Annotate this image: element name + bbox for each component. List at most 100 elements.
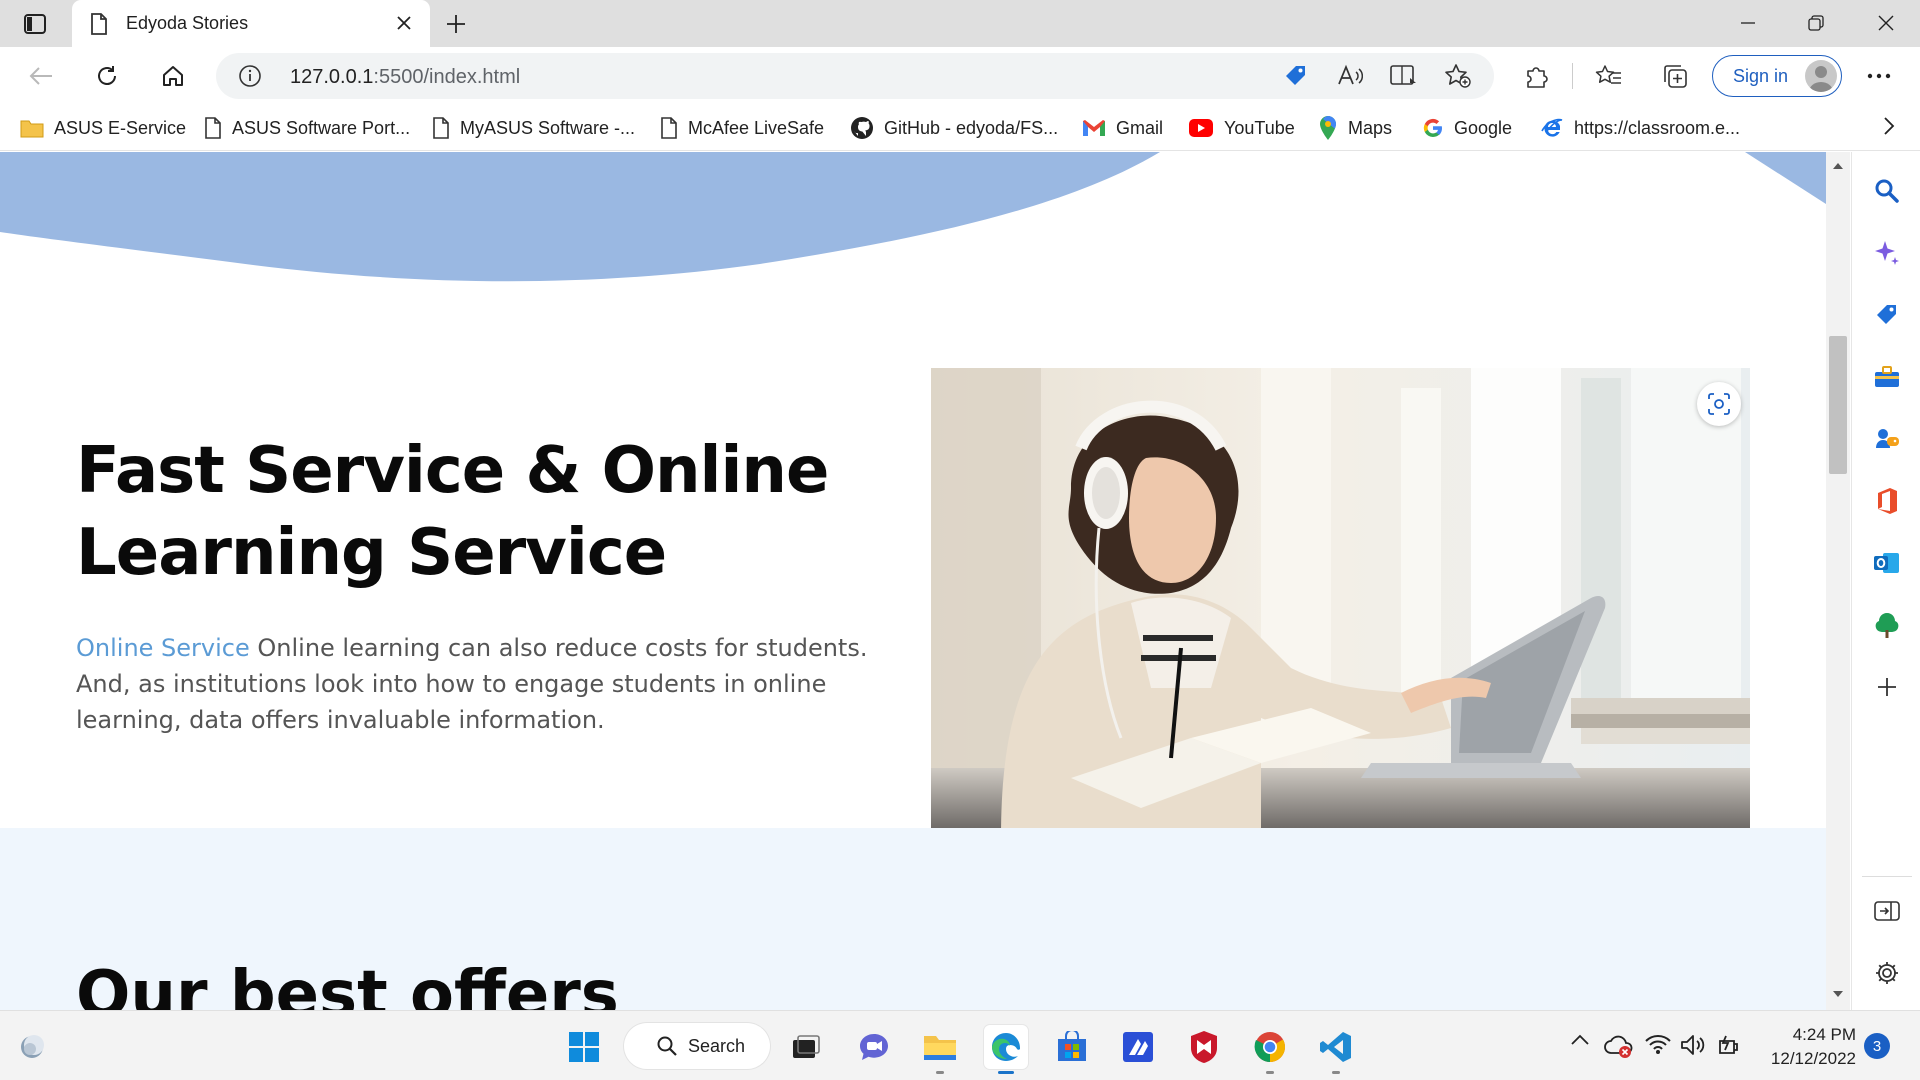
page-icon	[661, 117, 677, 139]
running-indicator	[998, 1071, 1014, 1074]
show-hidden-icons-button[interactable]	[1570, 1033, 1590, 1052]
restore-button[interactable]	[1788, 6, 1844, 40]
sidebar-office-button[interactable]	[1868, 482, 1906, 520]
favorite-label: Google	[1454, 117, 1513, 138]
favorite-item[interactable]: ASUS Software Port...	[204, 113, 410, 143]
sidebar-games-button[interactable]	[1868, 420, 1906, 458]
sidebar-drop-button[interactable]	[1868, 606, 1906, 644]
hero-title: Fast Service & Online Learning Service	[76, 430, 876, 594]
hide-sidebar-button[interactable]	[1868, 892, 1906, 930]
edge-sidebar	[1851, 152, 1920, 1010]
store-icon	[1058, 1031, 1086, 1061]
teams-chat-button[interactable]	[852, 1025, 896, 1069]
more-icon	[1867, 73, 1891, 79]
favorite-item[interactable]: GitHub - edyoda/FS...	[850, 113, 1058, 143]
sidebar-tools-button[interactable]	[1868, 358, 1906, 396]
settings-menu-button[interactable]	[1860, 57, 1898, 95]
vscode-button[interactable]	[1314, 1025, 1358, 1074]
back-button[interactable]	[22, 57, 60, 95]
favorite-item[interactable]: https://classroom.e...	[1540, 113, 1740, 143]
edge-taskbar-button[interactable]	[984, 1025, 1028, 1074]
mcafee-button[interactable]	[1182, 1025, 1226, 1069]
clock-time: 4:24 PM	[1792, 1025, 1856, 1044]
outlook-icon	[1874, 553, 1899, 573]
shopping-tag-icon[interactable]	[1280, 61, 1312, 91]
favorite-item[interactable]: McAfee LiveSafe	[660, 113, 824, 143]
active-tab[interactable]: Edyoda Stories	[72, 0, 430, 48]
page-scrollbar[interactable]	[1826, 152, 1850, 1010]
edge-icon	[992, 1033, 1020, 1061]
favorite-item[interactable]: Google	[1422, 113, 1512, 143]
close-icon	[1878, 15, 1894, 31]
task-view-button[interactable]	[784, 1025, 828, 1069]
scrollbar-thumb[interactable]	[1829, 336, 1847, 474]
chevron-right-icon	[1884, 117, 1895, 135]
gmail-icon	[1083, 120, 1105, 136]
speaker-icon	[1681, 1035, 1705, 1055]
microsoft-store-button[interactable]	[1050, 1025, 1094, 1069]
sidebar-divider	[1862, 876, 1912, 877]
home-icon	[163, 66, 183, 86]
plus-icon	[447, 15, 465, 33]
favorite-item[interactable]: Gmail	[1082, 113, 1163, 143]
weather-widget-button[interactable]	[12, 1025, 56, 1069]
favorites-button[interactable]	[1590, 57, 1628, 95]
new-tab-button[interactable]	[440, 9, 472, 39]
sign-in-button[interactable]: Sign in	[1712, 55, 1842, 97]
sidebar-shopping-button[interactable]	[1868, 296, 1906, 334]
tab-actions-button[interactable]	[18, 9, 52, 39]
start-button[interactable]	[562, 1025, 606, 1069]
onedrive-status-button[interactable]	[1604, 1033, 1634, 1064]
notification-badge[interactable]: 3	[1864, 1033, 1890, 1059]
hero-image	[931, 368, 1750, 828]
close-tab-icon[interactable]	[392, 11, 416, 35]
visual-search-button[interactable]	[1697, 382, 1741, 426]
mcafee-shield-icon	[1191, 1031, 1217, 1063]
sidebar-settings-button[interactable]	[1868, 954, 1906, 992]
address-bar[interactable]: 127.0.0.1:5500/index.html	[216, 53, 1494, 99]
sidebar-outlook-button[interactable]	[1868, 544, 1906, 582]
puzzle-icon	[1527, 67, 1548, 88]
toolbar-divider	[1572, 63, 1573, 89]
favorite-item[interactable]: Maps	[1318, 113, 1392, 143]
sidebar-discover-button[interactable]	[1868, 234, 1906, 272]
home-button[interactable]	[154, 57, 192, 95]
search-icon	[657, 1036, 677, 1056]
battery-charging-icon	[1719, 1035, 1738, 1054]
tab-strip: Edyoda Stories	[0, 0, 1920, 48]
sidebar-search-button[interactable]	[1868, 172, 1906, 210]
sidebar-add-button[interactable]	[1868, 668, 1906, 706]
screen: Edyoda Stories 127.0.0.1:5500/index.html…	[0, 0, 1920, 1080]
favorite-item[interactable]: ASUS E-Service	[20, 113, 186, 143]
refresh-icon	[98, 66, 116, 85]
page-icon	[90, 13, 108, 40]
volume-button[interactable]	[1680, 1033, 1708, 1062]
battery-button[interactable]	[1716, 1033, 1744, 1064]
folder-icon	[924, 1036, 956, 1060]
taskbar-search[interactable]: Search	[624, 1023, 770, 1069]
minimize-button[interactable]	[1720, 6, 1776, 40]
taskbar-clock[interactable]: 4:24 PM 12/12/2022	[1760, 1023, 1856, 1071]
site-info-icon[interactable]	[238, 64, 262, 93]
restore-icon	[1808, 15, 1824, 31]
chrome-button[interactable]	[1248, 1025, 1292, 1074]
favorite-item[interactable]: YouTube	[1188, 113, 1295, 143]
add-favorite-icon[interactable]	[1442, 61, 1474, 91]
more-favorites-button[interactable]	[1882, 115, 1896, 142]
close-window-button[interactable]	[1858, 6, 1914, 40]
chevron-up-icon	[1571, 1034, 1589, 1045]
minimize-icon	[1741, 22, 1755, 24]
immersive-reader-icon[interactable]	[1388, 61, 1420, 91]
refresh-button[interactable]	[88, 57, 126, 95]
windows-logo-icon	[569, 1032, 599, 1062]
search-icon	[1875, 179, 1899, 203]
read-aloud-icon[interactable]	[1334, 61, 1366, 91]
collections-button[interactable]	[1656, 57, 1694, 95]
favorite-item[interactable]: MyASUS Software -...	[432, 113, 635, 143]
myasus-button[interactable]	[1116, 1025, 1160, 1069]
wifi-button[interactable]	[1644, 1033, 1672, 1060]
extensions-button[interactable]	[1518, 57, 1556, 95]
favorite-label: Maps	[1348, 117, 1393, 138]
file-explorer-button[interactable]	[918, 1025, 962, 1074]
url-text[interactable]: 127.0.0.1:5500/index.html	[290, 66, 520, 89]
